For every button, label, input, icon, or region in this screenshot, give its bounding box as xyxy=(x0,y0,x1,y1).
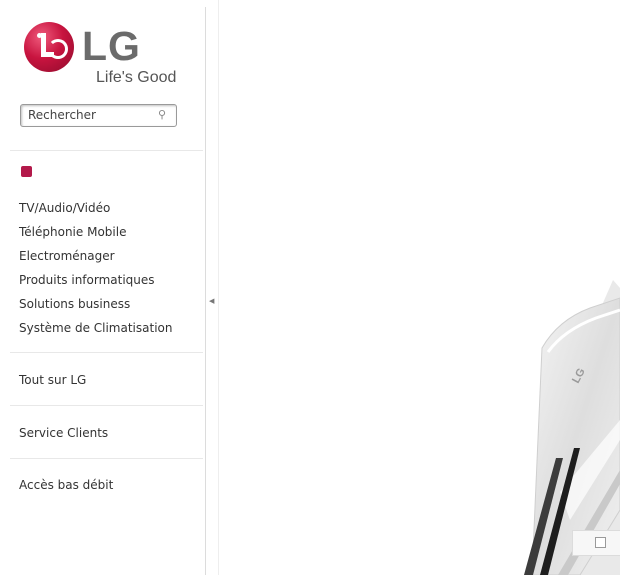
category-marker-icon xyxy=(21,166,32,177)
nav-it-products[interactable]: Produits informatiques xyxy=(19,272,155,288)
logo-tagline: Life's Good xyxy=(96,69,177,86)
nav-customer-service[interactable]: Service Clients xyxy=(19,425,108,441)
sidebar-divider xyxy=(205,7,206,575)
separator xyxy=(10,458,203,459)
nav-air-conditioning[interactable]: Système de Climatisation xyxy=(19,320,172,336)
separator xyxy=(10,405,203,406)
separator xyxy=(10,150,203,151)
separator xyxy=(10,352,203,353)
nav-low-bandwidth[interactable]: Accès bas débit xyxy=(19,477,113,493)
lg-logo[interactable]: LG Life's Good xyxy=(24,22,184,92)
collapse-sidebar-icon[interactable]: ◀ xyxy=(209,296,217,306)
bottom-toolbar xyxy=(572,530,620,556)
nav-mobile-phones[interactable]: Téléphonie Mobile xyxy=(19,224,126,240)
nav-appliances[interactable]: Electroménager xyxy=(19,248,115,264)
content-border xyxy=(218,0,219,575)
lg-face-icon xyxy=(24,22,74,72)
toggle-checkbox[interactable] xyxy=(595,537,606,548)
nav-about-lg[interactable]: Tout sur LG xyxy=(19,372,86,388)
search-icon[interactable]: ⚲ xyxy=(158,108,166,121)
search-box: ⚲ xyxy=(20,104,177,127)
nav-business-solutions[interactable]: Solutions business xyxy=(19,296,130,312)
logo-brand: LG xyxy=(82,23,141,69)
nav-tv-audio-video[interactable]: TV/Audio/Vidéo xyxy=(19,200,110,216)
sidebar: LG Life's Good ⚲ TV/Audio/Vidéo Téléphon… xyxy=(10,0,203,575)
search-input[interactable] xyxy=(28,107,148,123)
